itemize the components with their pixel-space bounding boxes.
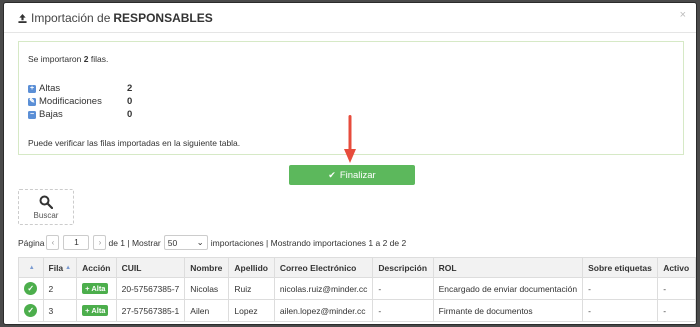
title-bold: RESPONSABLES: [113, 11, 213, 25]
stat-label: Modificaciones: [39, 96, 102, 107]
col-apellido[interactable]: Apellido: [228, 257, 275, 278]
cell-correo: ailen.lopez@minder.cc: [273, 299, 374, 322]
cell-cuil: 20-57567385-7: [115, 277, 186, 300]
page-size-value: 50: [167, 237, 178, 248]
stat-value: 2: [127, 83, 133, 94]
alta-badge[interactable]: + Alta: [82, 283, 109, 294]
col-accion[interactable]: Acción: [76, 257, 117, 278]
stat-label: Bajas: [39, 109, 63, 120]
title-prefix: Importación de: [31, 11, 111, 25]
prev-page-button[interactable]: ‹: [46, 235, 60, 250]
check-icon: ✔: [328, 169, 336, 180]
cell-activo: -: [657, 299, 696, 322]
stat-row-modificaciones: ✎ Modificaciones 0: [28, 95, 132, 108]
stat-value: 0: [127, 109, 133, 120]
cell-apellido: Lopez: [228, 299, 275, 322]
cell-nombre: Nicolas: [184, 277, 230, 300]
col-cuil[interactable]: CUIL: [115, 257, 186, 278]
cell-etiquetas: -: [582, 277, 659, 300]
cell-apellido: Ruiz: [228, 277, 275, 300]
alta-badge[interactable]: + Alta: [82, 305, 109, 316]
minus-square-icon: −: [28, 110, 36, 119]
sort-icon: ▲: [28, 265, 35, 272]
verify-note: Puede verificar las filas importadas en …: [28, 138, 241, 148]
col-activo[interactable]: Activo: [657, 257, 696, 278]
sort-icon: ▲: [65, 265, 72, 272]
imported-prefix: Se importaron: [28, 54, 82, 64]
pagination-bar: Página ‹ 1 › de 1 | Mostrar 50 ⌄ importa…: [18, 235, 406, 250]
table-header-row: ▲ Fila ▲ Acción CUIL Nombre Apellido Corr…: [18, 257, 696, 278]
annotation-arrow-icon: [344, 115, 356, 163]
col-status[interactable]: ▲: [18, 257, 44, 278]
plus-square-icon: +: [28, 84, 36, 93]
check-circle-icon: ✓: [24, 304, 38, 317]
stat-row-altas: + Altas 2: [28, 82, 132, 95]
imported-count: 2: [83, 54, 89, 64]
page-input[interactable]: 1: [63, 235, 90, 250]
cell-activo: -: [657, 277, 696, 300]
buscar-button[interactable]: Buscar: [18, 189, 74, 225]
imported-suffix: filas.: [90, 54, 109, 64]
table-row: ✓ 2 + Alta 20-57567385-7 Nicolas Ruiz ni…: [18, 277, 696, 300]
cell-fila: 3: [42, 299, 78, 322]
finalizar-label: Finalizar: [339, 169, 376, 181]
buscar-label: Buscar: [33, 210, 59, 220]
cell-rol: Encargado de enviar documentación: [432, 277, 584, 300]
stat-value: 0: [127, 96, 133, 107]
cell-cuil: 27-57567385-1: [115, 299, 186, 322]
of-pages-label: de 1 | Mostrar: [108, 237, 161, 248]
col-rol[interactable]: ROL: [432, 257, 584, 278]
close-icon[interactable]: ×: [680, 9, 686, 21]
upload-icon: [18, 13, 27, 23]
cell-etiquetas: -: [582, 299, 659, 322]
imported-summary: Se importaron 2 filas.: [28, 54, 108, 64]
page-size-select[interactable]: 50 ⌄: [163, 235, 208, 250]
cell-correo: nicolas.ruiz@minder.cc: [273, 277, 374, 300]
chevron-down-icon: ⌄: [196, 237, 204, 247]
finalizar-button[interactable]: ✔ Finalizar: [289, 165, 415, 185]
import-modal: Importación de RESPONSABLES × Se importa…: [3, 2, 697, 325]
col-descripcion[interactable]: Descripción: [372, 257, 434, 278]
col-sobre-etiquetas[interactable]: Sobre etiquetas: [582, 257, 659, 278]
search-icon: [39, 195, 53, 209]
stat-row-bajas: − Bajas 0: [28, 108, 132, 121]
imports-table: ▲ Fila ▲ Acción CUIL Nombre Apellido Corr…: [18, 257, 696, 322]
edit-square-icon: ✎: [28, 97, 36, 106]
import-stats: + Altas 2 ✎ Modificaciones 0 − Bajas 0: [28, 82, 132, 121]
table-row: ✓ 3 + Alta 27-57567385-1 Ailen Lopez ail…: [18, 299, 696, 322]
cell-fila: 2: [42, 277, 78, 300]
col-correo[interactable]: Correo Electrónico: [273, 257, 374, 278]
page-label: Página: [18, 237, 45, 248]
modal-header: Importación de RESPONSABLES ×: [4, 3, 696, 33]
col-fila[interactable]: Fila ▲: [42, 257, 78, 278]
cell-descripcion: -: [372, 277, 434, 300]
pager-summary: importaciones | Mostrando importaciones …: [210, 237, 407, 248]
stat-label: Altas: [39, 83, 61, 94]
next-page-button[interactable]: ›: [93, 235, 107, 250]
col-nombre[interactable]: Nombre: [184, 257, 230, 278]
cell-descripcion: -: [372, 299, 434, 322]
check-circle-icon: ✓: [24, 282, 38, 295]
modal-title: Importación de RESPONSABLES: [18, 11, 213, 25]
cell-rol: Firmante de documentos: [432, 299, 584, 322]
cell-nombre: Ailen: [184, 299, 230, 322]
